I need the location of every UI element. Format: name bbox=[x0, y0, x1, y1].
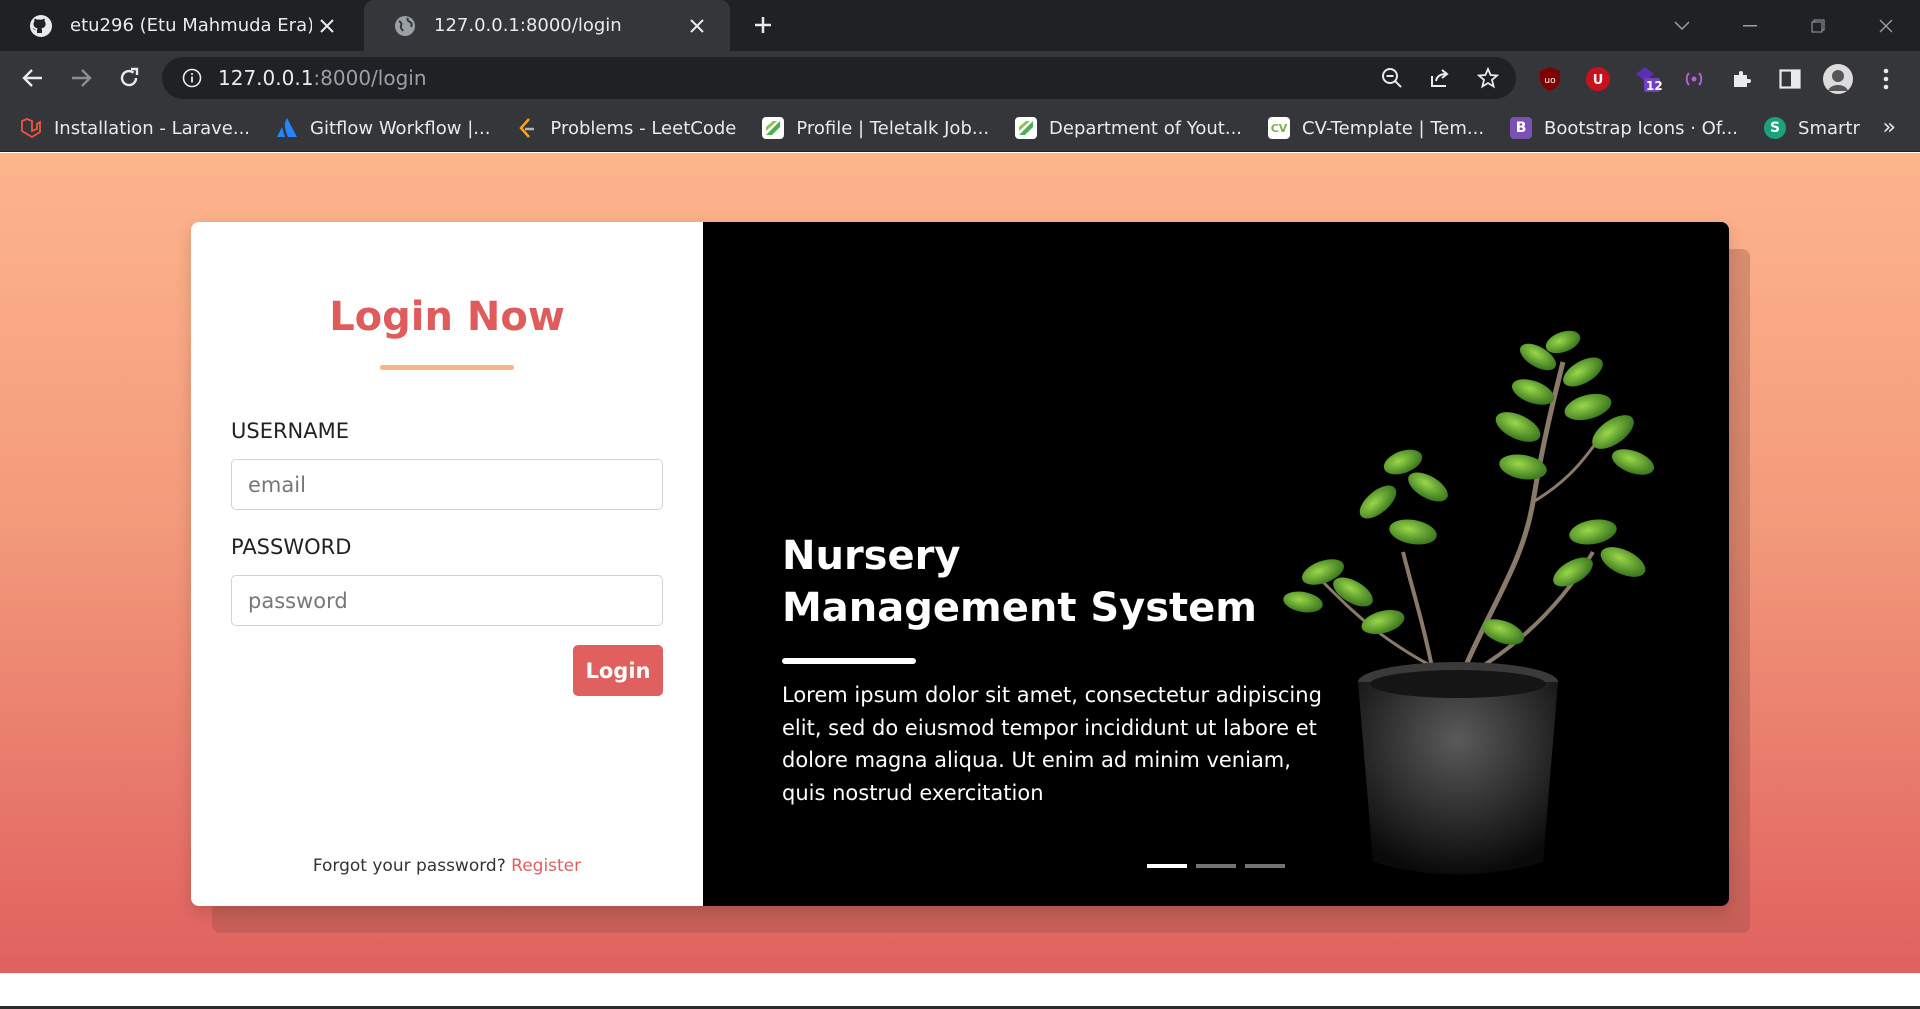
leetcode-icon bbox=[516, 117, 538, 139]
side-panel-icon[interactable] bbox=[1770, 59, 1810, 99]
close-icon[interactable] bbox=[682, 11, 712, 41]
tab-title: etu296 (Etu Mahmuda Era) bbox=[70, 15, 312, 36]
puzzle-icon[interactable] bbox=[1722, 59, 1762, 99]
teletalk-icon bbox=[1015, 117, 1038, 139]
extensions-row: uo U 12 bbox=[1530, 59, 1914, 99]
bootstrap-icon: B bbox=[1510, 117, 1533, 139]
menu-kebab-icon[interactable] bbox=[1866, 59, 1906, 99]
github-icon bbox=[28, 13, 54, 39]
svg-text:uo: uo bbox=[1544, 76, 1556, 86]
bookmark-label: Department of Yout... bbox=[1049, 117, 1243, 139]
bookmark-leetcode[interactable]: Problems - LeetCode bbox=[516, 117, 736, 139]
address-bar[interactable]: 127.0.0.1:8000/login bbox=[162, 57, 1516, 99]
bookmark-label: Profile | Teletalk Job... bbox=[796, 117, 990, 139]
username-input[interactable] bbox=[231, 459, 663, 510]
ublock-origin-icon[interactable]: U bbox=[1578, 59, 1618, 99]
bookmark-laravel[interactable]: Installation - Larave... bbox=[20, 117, 250, 139]
hero-description: Lorem ipsum dolor sit amet, consectetur … bbox=[782, 683, 1322, 805]
carousel-indicator-2[interactable] bbox=[1196, 864, 1236, 868]
login-card: Login Now USERNAME PASSWORD Login Forgot… bbox=[191, 222, 1729, 906]
profile-avatar[interactable] bbox=[1818, 59, 1858, 99]
bookmark-department[interactable]: Department of Yout... bbox=[1015, 117, 1242, 139]
username-label: USERNAME bbox=[231, 419, 350, 443]
bookmarks-bar: Installation - Larave... Gitflow Workflo… bbox=[0, 105, 1920, 152]
bookmark-smartr[interactable]: S Smartr bbox=[1764, 117, 1860, 139]
extension-badge-icon[interactable]: 12 bbox=[1626, 59, 1666, 99]
url-host: 127.0.0.1 bbox=[218, 66, 314, 90]
hero-divider bbox=[782, 658, 916, 664]
url-path: :8000/login bbox=[313, 66, 427, 90]
bookmark-label: Bootstrap Icons · Of... bbox=[1544, 117, 1739, 139]
hero-carousel: Nursery Management System Lorem ipsum do… bbox=[703, 222, 1729, 906]
url-text[interactable]: 127.0.0.1:8000/login bbox=[218, 66, 1372, 90]
carousel-indicator-1[interactable] bbox=[1147, 864, 1187, 868]
new-tab-button[interactable] bbox=[748, 10, 778, 40]
minimize-icon[interactable] bbox=[1716, 3, 1784, 49]
close-window-icon[interactable] bbox=[1852, 3, 1920, 49]
hero-title: Nursery Management System bbox=[782, 533, 1257, 631]
share-icon[interactable] bbox=[1420, 58, 1460, 98]
tab-strip: etu296 (Etu Mahmuda Era) 127.0.0.1:8000/… bbox=[0, 0, 1920, 51]
forgot-password-row: Forgot your password? Register bbox=[191, 856, 703, 876]
page-background: Login Now USERNAME PASSWORD Login Forgot… bbox=[0, 153, 1920, 973]
forward-button[interactable] bbox=[64, 61, 98, 95]
bookmark-label: CV-Template | Tem... bbox=[1302, 117, 1485, 139]
carousel-indicator-3[interactable] bbox=[1245, 864, 1285, 868]
reload-button[interactable] bbox=[112, 61, 146, 95]
forgot-password-text: Forgot your password? bbox=[312, 856, 506, 876]
window-controls bbox=[1648, 0, 1920, 51]
svg-text:U: U bbox=[1593, 73, 1604, 88]
bookmark-star-icon[interactable] bbox=[1468, 58, 1508, 98]
atlassian-icon bbox=[276, 117, 298, 139]
bookmark-cv-template[interactable]: CV CV-Template | Tem... bbox=[1268, 117, 1484, 139]
login-button[interactable]: Login bbox=[573, 645, 663, 696]
site-info-icon[interactable] bbox=[180, 66, 204, 90]
teletalk-icon bbox=[762, 117, 785, 139]
ublock-icon[interactable]: uo bbox=[1530, 59, 1570, 99]
zoom-icon[interactable] bbox=[1372, 58, 1412, 98]
bookmark-label: Installation - Larave... bbox=[54, 117, 251, 139]
login-panel: Login Now USERNAME PASSWORD Login Forgot… bbox=[191, 222, 703, 906]
globe-icon bbox=[392, 13, 418, 39]
register-link[interactable]: Register bbox=[511, 856, 581, 876]
cv-icon: CV bbox=[1268, 117, 1291, 139]
laravel-icon bbox=[20, 117, 42, 139]
password-input[interactable] bbox=[231, 575, 663, 626]
bookmark-label: Problems - LeetCode bbox=[550, 117, 737, 139]
broadcast-icon[interactable] bbox=[1674, 59, 1714, 99]
title-underline bbox=[380, 365, 514, 370]
page-bottom-strip bbox=[0, 973, 1920, 1009]
bookmark-gitflow[interactable]: Gitflow Workflow |... bbox=[276, 117, 490, 139]
tab-title: 127.0.0.1:8000/login bbox=[434, 15, 622, 36]
back-button[interactable] bbox=[16, 61, 50, 95]
password-label: PASSWORD bbox=[231, 535, 352, 559]
bookmark-teletalk[interactable]: Profile | Teletalk Job... bbox=[762, 117, 989, 139]
carousel-indicators bbox=[1147, 864, 1294, 868]
plant-image bbox=[1283, 330, 1655, 875]
tab-search-icon[interactable] bbox=[1648, 3, 1716, 49]
bookmark-bootstrap-icons[interactable]: B Bootstrap Icons · Of... bbox=[1510, 117, 1738, 139]
bookmark-label: Gitflow Workflow |... bbox=[310, 117, 491, 139]
browser-toolbar: 127.0.0.1:8000/login uo U 12 bbox=[0, 51, 1920, 105]
close-icon[interactable] bbox=[312, 11, 342, 41]
login-title: Login Now bbox=[329, 294, 565, 340]
bookmarks-overflow-icon[interactable]: » bbox=[1883, 115, 1896, 140]
bookmark-label: Smartr bbox=[1798, 117, 1860, 139]
smartr-icon: S bbox=[1764, 117, 1787, 139]
tab-github[interactable]: etu296 (Etu Mahmuda Era) bbox=[0, 0, 360, 51]
extension-badge: 12 bbox=[1646, 79, 1663, 93]
restore-icon[interactable] bbox=[1784, 3, 1852, 49]
tab-login[interactable]: 127.0.0.1:8000/login bbox=[364, 0, 730, 51]
